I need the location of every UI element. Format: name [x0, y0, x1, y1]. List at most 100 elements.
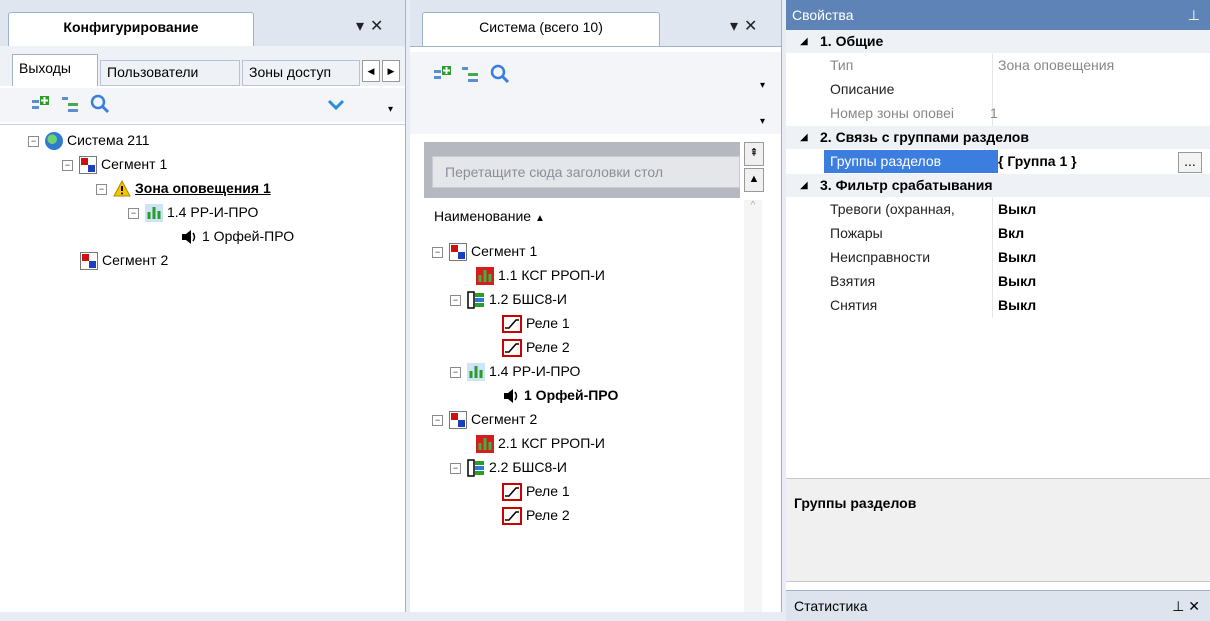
prop-name: Взятия: [830, 273, 876, 289]
pin-close-icon[interactable]: ⊥ ✕: [1172, 591, 1200, 621]
scrollbar-track[interactable]: ^: [744, 200, 762, 612]
prop-value[interactable]: { Группа 1 }: [998, 150, 1077, 173]
add-item-icon[interactable]: [432, 64, 452, 84]
grid-row-relay-2[interactable]: Реле 2: [502, 336, 570, 358]
prop-row-type[interactable]: Тип Зона оповещения: [786, 54, 1210, 77]
collapse-triangle-icon[interactable]: ◢: [800, 30, 808, 53]
tab-configuration[interactable]: Конфигурирование: [8, 12, 254, 46]
grid-row-relay-1[interactable]: Реле 1: [502, 312, 570, 334]
collapse-icon[interactable]: −: [432, 414, 443, 426]
scroll-left-button[interactable]: ◀: [362, 60, 380, 82]
grid-row-label: Реле 1: [526, 315, 570, 331]
collapse-triangle-icon[interactable]: ◢: [800, 174, 808, 197]
tree-node-system[interactable]: − Система 211: [28, 129, 150, 151]
tab-configuration-label: Конфигурирование: [63, 19, 199, 35]
prop-row-disarming[interactable]: Снятия Выкл: [786, 294, 1210, 317]
collapse-icon[interactable]: −: [450, 366, 461, 378]
tree-node-label: Зона оповещения 1: [135, 180, 271, 196]
search-icon[interactable]: [90, 94, 110, 114]
subtab-users[interactable]: Пользователи: [100, 60, 240, 86]
toolbar-overflow-icon[interactable]: ▾: [388, 104, 393, 115]
collapse-triangle-icon[interactable]: ◢: [800, 126, 808, 149]
grid-row-bshs-1[interactable]: − 1.2 БШС8-И: [450, 288, 567, 310]
grid-row-segment-2[interactable]: − Сегмент 2: [432, 408, 537, 430]
relay-icon: [502, 483, 522, 502]
tab-system-label: Система (всего 10): [479, 19, 603, 35]
collapse-icon[interactable]: −: [96, 183, 107, 195]
collapse-icon[interactable]: −: [450, 462, 461, 474]
tree-node-segment-1[interactable]: − Сегмент 1: [62, 153, 167, 175]
relay-icon: [502, 315, 522, 334]
subtab-outputs[interactable]: Выходы: [12, 54, 98, 86]
grouping-area[interactable]: Перетащите сюда заголовки стол: [424, 142, 740, 198]
tree-expand-icon[interactable]: [460, 64, 480, 84]
tree-node-rr-i-pro[interactable]: − 1.4 РР-И-ПРО: [128, 201, 258, 223]
panel-menu-close[interactable]: ▾✕: [356, 16, 389, 36]
globe-icon: [45, 132, 63, 151]
middle-toolbar-2: ▾: [410, 98, 781, 134]
prop-row-groups[interactable]: Группы разделов { Группа 1 } ...: [786, 150, 1210, 173]
grid-row-label: 1.1 КСГ РРОП-И: [498, 267, 605, 283]
grid-row-ksg-1[interactable]: 1.1 КСГ РРОП-И: [476, 264, 605, 286]
prop-row-zone-number[interactable]: Номер зоны оповеі 1: [786, 102, 1210, 125]
prop-value[interactable]: Выкл: [998, 270, 1036, 293]
subtab-access-zones[interactable]: Зоны доступ: [242, 60, 360, 86]
column-header[interactable]: Наименование ▲: [424, 200, 742, 232]
prop-value[interactable]: Выкл: [998, 198, 1036, 221]
toolbar-overflow-icon[interactable]: ▾: [760, 116, 765, 127]
tree-expand-icon[interactable]: [60, 94, 80, 114]
add-item-icon[interactable]: [30, 94, 50, 114]
collapse-icon[interactable]: −: [128, 207, 139, 219]
chevron-down-icon[interactable]: [326, 94, 346, 114]
pin-icon[interactable]: ⊥: [1188, 0, 1200, 30]
collapse-icon[interactable]: −: [432, 246, 443, 258]
prop-row-arming[interactable]: Взятия Выкл: [786, 270, 1210, 293]
collapse-icon[interactable]: −: [28, 135, 39, 147]
collapse-icon[interactable]: −: [62, 159, 73, 171]
grid-row-ksg-2[interactable]: 2.1 КСГ РРОП-И: [476, 432, 605, 454]
ellipsis-button[interactable]: ...: [1178, 152, 1202, 173]
tree-node-segment-2[interactable]: Сегмент 2: [80, 249, 168, 271]
panel-menu-close[interactable]: ▾✕: [730, 16, 763, 36]
segment-icon: [80, 252, 98, 271]
group-hint-text: Перетащите сюда заголовки стол: [445, 164, 664, 180]
category-general[interactable]: ◢ 1. Общие: [786, 30, 1210, 53]
relay-icon: [502, 339, 522, 358]
grid-row-label: Реле 2: [526, 507, 570, 523]
grid-row-bshs-2[interactable]: − 2.2 БШС8-И: [450, 456, 567, 478]
warning-icon: [113, 180, 131, 198]
scroll-up-button[interactable]: ▲: [744, 168, 764, 192]
prop-row-fires[interactable]: Пожары Вкл: [786, 222, 1210, 245]
grid-row-label: 1.4 РР-И-ПРО: [489, 363, 581, 379]
grid-row-orfey-pro[interactable]: 1 Орфей-ПРО: [502, 384, 618, 406]
module-icon: [467, 291, 485, 310]
prop-value[interactable]: Выкл: [998, 294, 1036, 317]
tree-node-label: Сегмент 2: [102, 252, 169, 268]
grid-row-relay-4[interactable]: Реле 2: [502, 504, 570, 526]
prop-row-alarms[interactable]: Тревоги (охранная, Выкл: [786, 198, 1210, 221]
tab-system[interactable]: Система (всего 10): [422, 12, 660, 46]
property-description: Группы разделов: [786, 478, 1210, 582]
grid-row-label: Реле 2: [526, 339, 570, 355]
prop-value[interactable]: Выкл: [998, 246, 1036, 269]
system-tabstrip: Система (всего 10) ▾✕: [410, 0, 781, 47]
category-group-link[interactable]: ◢ 2. Связь с группами разделов: [786, 126, 1210, 149]
prop-row-faults[interactable]: Неисправности Выкл: [786, 246, 1210, 269]
category-trigger-filter[interactable]: ◢ 3. Фильтр срабатывания: [786, 174, 1210, 197]
prop-name: Группы разделов: [824, 150, 998, 173]
tree-node-alert-zone[interactable]: − Зона оповещения 1: [96, 177, 271, 199]
prop-value[interactable]: Вкл: [998, 222, 1024, 245]
toolbar-overflow-icon[interactable]: ▾: [760, 80, 765, 91]
collapse-icon[interactable]: −: [450, 294, 461, 306]
prop-row-description[interactable]: Описание: [786, 78, 1210, 101]
scroll-right-button[interactable]: ▶: [382, 60, 400, 82]
scroll-top-button[interactable]: ⇞: [744, 142, 764, 166]
prop-name: Тревоги (охранная,: [830, 201, 955, 217]
grid-row-relay-3[interactable]: Реле 1: [502, 480, 570, 502]
segment-icon: [449, 243, 467, 262]
grid-row-segment-1[interactable]: − Сегмент 1: [432, 240, 537, 262]
tree-node-orfey-pro[interactable]: 1 Орфей-ПРО: [180, 225, 294, 247]
search-icon[interactable]: [490, 64, 510, 84]
grid-row-label: 2.2 БШС8-И: [489, 459, 567, 475]
grid-row-rr-i-pro[interactable]: − 1.4 РР-И-ПРО: [450, 360, 580, 382]
